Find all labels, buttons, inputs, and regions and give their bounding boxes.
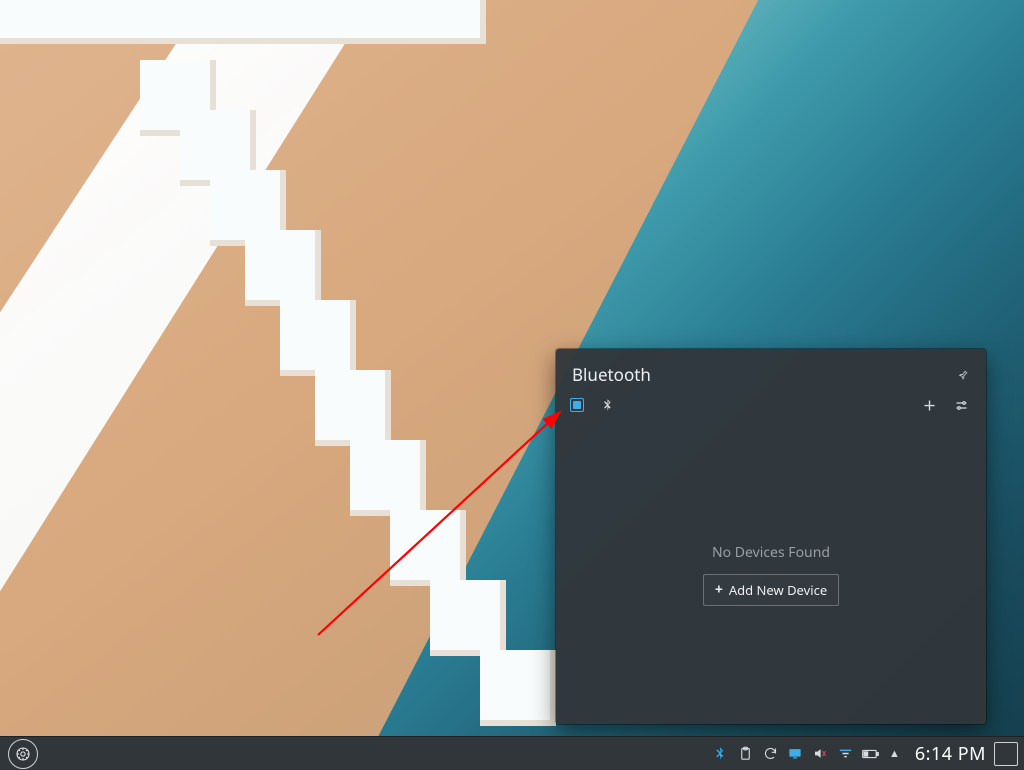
pin-plasmoid-button[interactable]: [956, 368, 970, 382]
tray-network-icon[interactable]: [836, 745, 854, 763]
configure-bluetooth-button[interactable]: [952, 396, 970, 414]
add-device-icon-button[interactable]: [920, 396, 938, 414]
tray-battery-icon[interactable]: [861, 745, 879, 763]
show-desktop-button[interactable]: [994, 742, 1018, 766]
tray-volume-muted-icon[interactable]: [811, 745, 829, 763]
no-devices-label: No Devices Found: [712, 543, 830, 562]
plasmoid-title: Bluetooth: [572, 363, 651, 386]
tray-clipboard-icon[interactable]: [736, 745, 754, 763]
taskbar-panel: ▲ 6:14 PM: [0, 736, 1024, 770]
tray-bluetooth-icon[interactable]: [711, 745, 729, 763]
add-new-device-label: Add New Device: [729, 581, 827, 599]
panel-clock[interactable]: 6:14 PM: [915, 742, 986, 766]
application-launcher-button[interactable]: [8, 739, 38, 769]
tray-updates-icon[interactable]: [761, 745, 779, 763]
system-tray: ▲: [711, 745, 903, 763]
tray-display-icon[interactable]: [786, 745, 804, 763]
tray-expand-arrow[interactable]: ▲: [889, 746, 900, 761]
bluetooth-enable-checkbox[interactable]: [570, 398, 584, 412]
add-new-device-button[interactable]: + Add New Device: [703, 574, 839, 606]
bluetooth-plasmoid: Bluetooth No Devices Found + Add New Dev…: [556, 349, 986, 724]
plus-icon: +: [715, 583, 723, 597]
bluetooth-icon: [598, 396, 616, 414]
